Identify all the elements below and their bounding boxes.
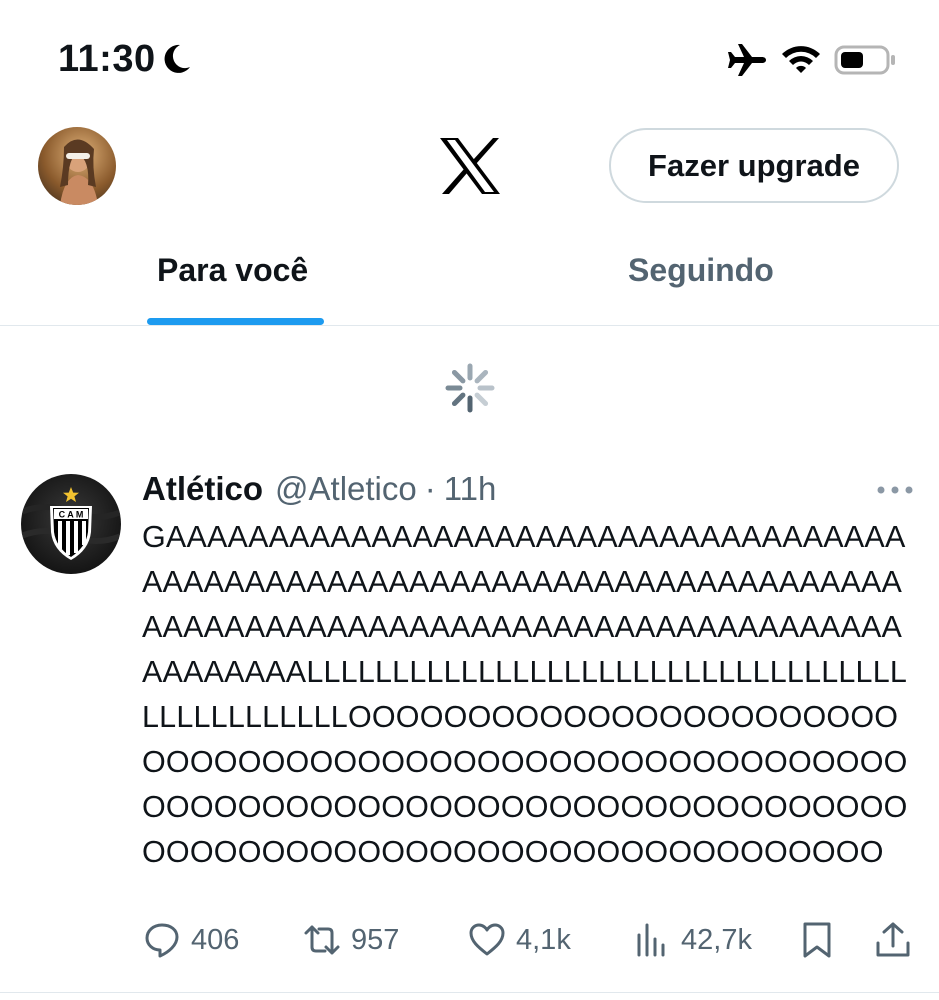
analytics-icon: [637, 923, 665, 957]
reply-icon: [145, 923, 179, 958]
avatar-photo: [38, 127, 116, 205]
bookmark-icon: [803, 922, 831, 958]
airplane-icon: [728, 44, 766, 76]
reply-count: 406: [191, 923, 240, 956]
views-button[interactable]: 42,7k: [633, 920, 752, 960]
atletico-crest-icon: C A M: [21, 474, 121, 574]
share-button[interactable]: [874, 920, 912, 960]
x-logo-icon[interactable]: [438, 136, 502, 196]
tweet-author-handle[interactable]: @Atletico: [275, 470, 417, 508]
feed-divider: [0, 992, 939, 993]
tweet-text: GAAAAAAAAAAAAAAAAAAAAAAAAAAAAAAAAAAAAAAA…: [142, 520, 908, 869]
heart-icon: [469, 923, 505, 956]
more-options-icon[interactable]: [876, 484, 914, 496]
active-tab-indicator: [147, 318, 324, 325]
upgrade-button[interactable]: Fazer upgrade: [609, 128, 899, 203]
tweet-author-name[interactable]: Atlético: [142, 470, 263, 508]
tab-for-you[interactable]: Para você: [157, 252, 308, 289]
reply-button[interactable]: 406: [143, 920, 239, 960]
like-button[interactable]: 4,1k: [468, 920, 571, 960]
views-count: 42,7k: [681, 923, 752, 956]
tab-divider: [0, 325, 939, 326]
profile-avatar[interactable]: [38, 127, 116, 205]
retweet-count: 957: [351, 923, 400, 956]
tweet-author-avatar[interactable]: C A M: [21, 474, 121, 574]
tweet-timestamp[interactable]: 11h: [444, 470, 497, 508]
tab-following[interactable]: Seguindo: [628, 252, 774, 289]
loading-spinner-icon: [445, 363, 495, 413]
like-count: 4,1k: [516, 923, 571, 956]
share-icon: [876, 922, 910, 957]
bookmark-button[interactable]: [798, 920, 836, 960]
retweet-icon: [304, 925, 340, 955]
status-time: 11:30: [58, 38, 156, 80]
moon-icon: [164, 44, 190, 73]
tweet-header: Atlético @Atletico · 11h: [142, 470, 496, 508]
battery-icon: [834, 45, 895, 75]
wifi-icon: [782, 46, 820, 73]
retweet-button[interactable]: 957: [303, 920, 399, 960]
svg-text:C A M: C A M: [59, 510, 84, 520]
separator-dot: ·: [424, 470, 436, 507]
